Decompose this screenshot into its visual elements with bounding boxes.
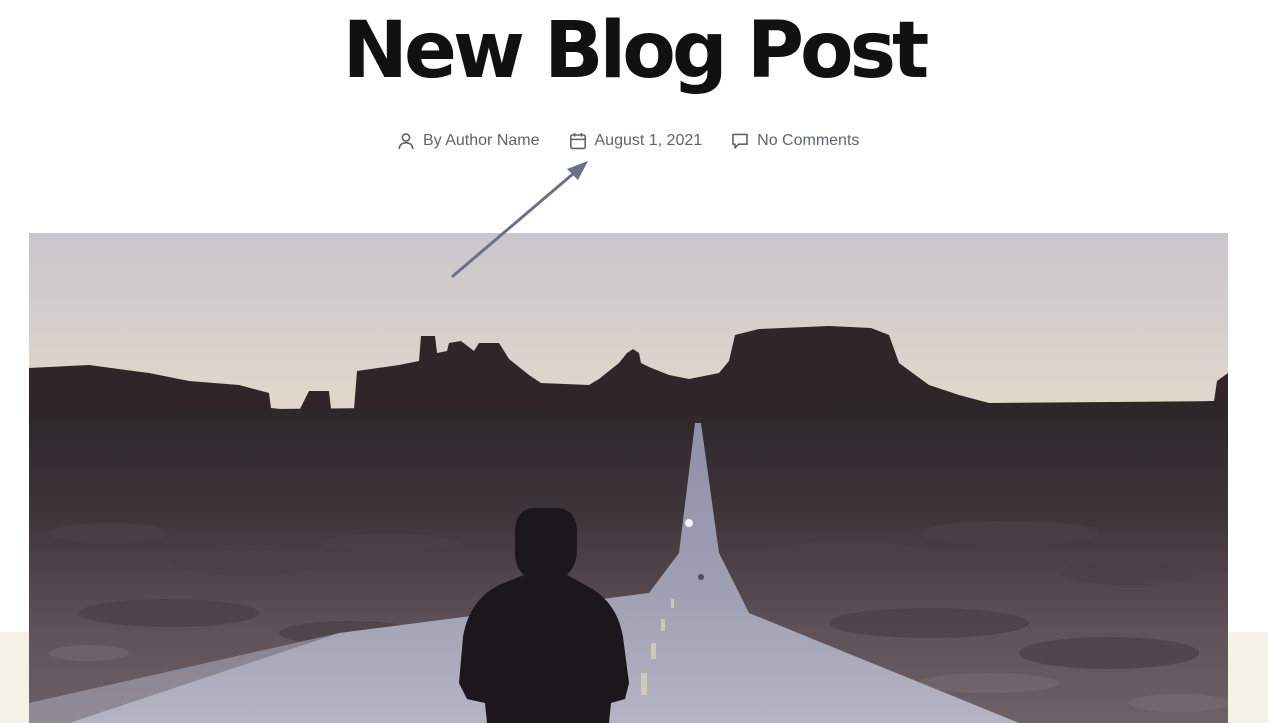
post-title: New Blog Post	[342, 6, 930, 96]
post-author: By Author Name	[397, 132, 540, 150]
post-date: August 1, 2021	[569, 132, 703, 150]
calendar-icon	[569, 133, 586, 150]
comment-bubble-icon	[732, 133, 748, 149]
person-icon	[398, 133, 414, 150]
post-comments: No Comments	[731, 132, 859, 150]
comments-link[interactable]: No Comments	[757, 132, 859, 150]
featured-image-graphic	[29, 233, 1228, 723]
date-link[interactable]: August 1, 2021	[595, 132, 703, 150]
post-meta: By Author Name August 1, 2021 No Comment…	[397, 128, 859, 154]
author-link[interactable]: By Author Name	[423, 132, 540, 150]
featured-image[interactable]	[29, 233, 1228, 723]
